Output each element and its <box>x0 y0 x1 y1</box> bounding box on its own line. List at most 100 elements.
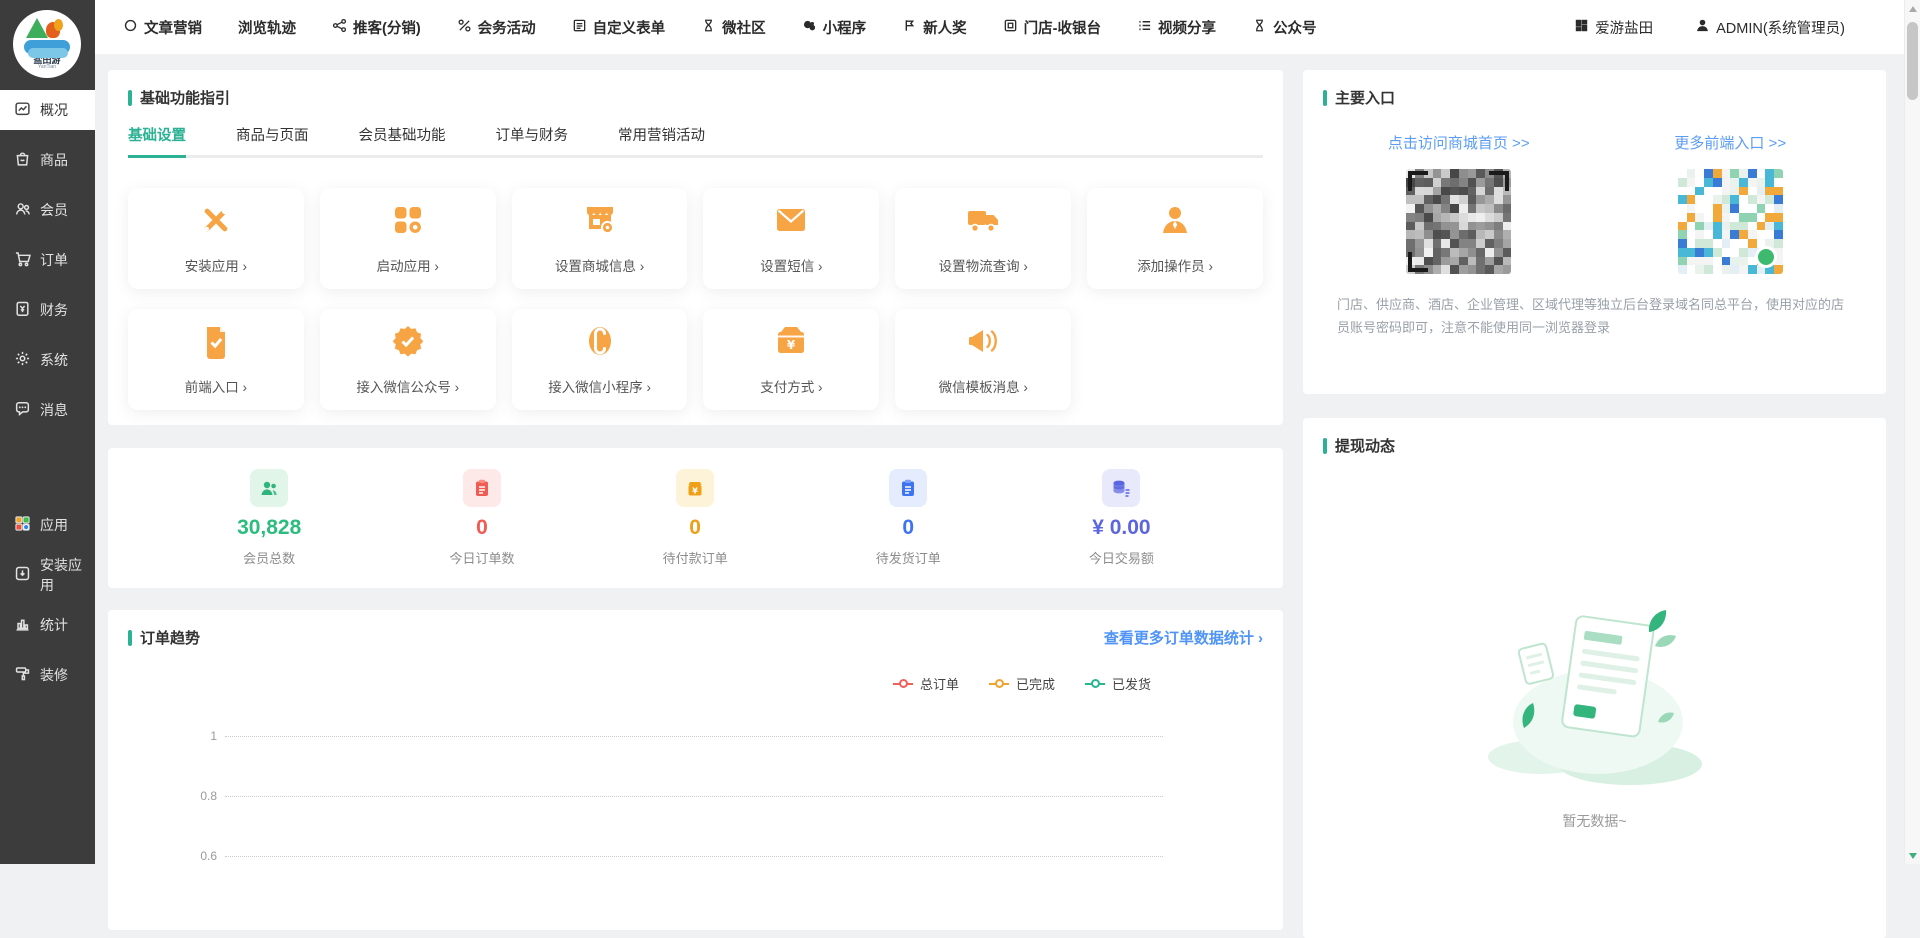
main-content: 基础功能指引 基础设置 商品与页面 会员基础功能 订单与财务 常用营销活动 安装… <box>95 55 1920 864</box>
topnav-label: 会务活动 <box>478 17 536 38</box>
scroll-down-arrow-icon[interactable] <box>1909 853 1917 859</box>
flag-award-icon <box>902 18 917 37</box>
fn-card-payment[interactable]: ¥ 支付方式 › <box>703 309 879 410</box>
sidebar-item-message[interactable]: 消息 <box>0 390 95 430</box>
sidebar-item-finance[interactable]: 财务 <box>0 290 95 330</box>
tab-goods-pages[interactable]: 商品与页面 <box>236 124 309 155</box>
topnav-item-conference-activity[interactable]: 会务活动 <box>457 17 536 38</box>
share-icon <box>332 18 347 37</box>
topnav-item-browse-history[interactable]: 浏览轨迹 <box>238 17 296 38</box>
sidebar-item-members[interactable]: 会员 <box>0 190 95 230</box>
more-frontend-entry-link[interactable]: 更多前端入口 >> <box>1674 132 1786 153</box>
topnav-item-micro-community[interactable]: 微社区 <box>701 17 766 38</box>
topnav: 文章营销 浏览轨迹 推客(分销) 会务活动 自定义表单 微社区 小程序 新人奖 <box>95 17 1317 38</box>
storefront-icon <box>582 202 618 243</box>
sidebar-item-goods[interactable]: 商品 <box>0 140 95 180</box>
order-list-stat-icon <box>463 469 501 507</box>
orders-icon <box>14 250 31 270</box>
legend-completed[interactable]: 已完成 <box>989 674 1055 693</box>
stat-value: 0 <box>689 516 701 540</box>
svg-text:¥: ¥ <box>692 487 698 496</box>
fn-card-mall-info[interactable]: 设置商城信息 › <box>512 188 688 289</box>
fn-card-add-operator[interactable]: 添加操作员 › <box>1087 188 1263 289</box>
sidebar-item-statistics[interactable]: 统计 <box>0 605 95 645</box>
fn-card-label: 支付方式 › <box>760 376 822 396</box>
circle-icon <box>123 18 138 37</box>
stat-value: 30,828 <box>237 516 301 540</box>
stat-value: 0 <box>476 516 488 540</box>
guide-card: 基础功能指引 基础设置 商品与页面 会员基础功能 订单与财务 常用营销活动 安装… <box>108 70 1283 425</box>
grid-icon <box>1574 18 1589 37</box>
sidebar-item-system[interactable]: 系统 <box>0 340 95 380</box>
fn-card-logistics[interactable]: 设置物流查询 › <box>895 188 1071 289</box>
fn-card-wechat-miniapp[interactable]: 接入微信小程序 › <box>512 309 688 410</box>
fn-card-wechat-oa[interactable]: 接入微信公众号 › <box>320 309 496 410</box>
topnav-label: 浏览轨迹 <box>238 17 296 38</box>
topnav-item-video-share[interactable]: 视频分享 <box>1137 17 1216 38</box>
green-bar <box>1323 90 1327 106</box>
tab-orders-finance[interactable]: 订单与财务 <box>496 124 569 155</box>
list-icon <box>1137 18 1152 37</box>
fn-card-sms[interactable]: 设置短信 › <box>703 188 879 289</box>
fn-card-install-app[interactable]: 安装应用 › <box>128 188 304 289</box>
fn-card-frontend-entry[interactable]: 前端入口 › <box>128 309 304 410</box>
page-scrollbar[interactable] <box>1904 0 1920 864</box>
topnav-label: 微社区 <box>722 17 766 38</box>
stat-label: 会员总数 <box>243 548 295 567</box>
guide-title: 基础功能指引 <box>140 87 230 108</box>
sidebar-item-apps[interactable]: 应用 <box>0 505 95 545</box>
stat-value: ¥ 0.00 <box>1092 516 1150 540</box>
entry-note: 门店、供应商、酒店、企业管理、区域代理等独立后台登录域名同总平台，使用对应的店员… <box>1323 294 1866 340</box>
fn-card-launch-app[interactable]: 启动应用 › <box>320 188 496 289</box>
members-icon <box>14 200 31 220</box>
tab-basic-settings[interactable]: 基础设置 <box>128 124 186 158</box>
svg-text:¥: ¥ <box>787 338 796 352</box>
topnav-item-custom-form[interactable]: 自定义表单 <box>572 17 666 38</box>
scrollbar-thumb[interactable] <box>1907 22 1918 100</box>
badge-check-icon <box>390 323 426 364</box>
legend-shipped[interactable]: 已发货 <box>1085 674 1151 693</box>
doc-check-icon <box>198 323 234 364</box>
fn-card-label: 安装应用 › <box>185 255 247 275</box>
fn-card-label: 启动应用 › <box>377 255 439 275</box>
admin-label: ADMIN(系统管理员) <box>1716 17 1845 38</box>
green-bar <box>128 630 132 646</box>
sidebar-item-label: 应用 <box>40 515 68 535</box>
topnav-item-store-pos[interactable]: 门店-收银台 <box>1003 17 1101 38</box>
y-axis-tick: 1 <box>185 729 217 743</box>
frontend-entry-qr-code <box>1678 169 1783 274</box>
sidebar-item-orders[interactable]: 订单 <box>0 240 95 280</box>
sidebar-item-label: 概况 <box>40 100 68 120</box>
sidebar-item-install-apps[interactable]: 安装应用 <box>0 555 95 595</box>
sidebar-item-overview[interactable]: 概况 <box>0 90 95 130</box>
topnav-label: 视频分享 <box>1158 17 1216 38</box>
topbar: 文章营销 浏览轨迹 推客(分销) 会务活动 自定义表单 微社区 小程序 新人奖 <box>95 0 1920 55</box>
visit-mall-home-link[interactable]: 点击访问商城首页 >> <box>1388 132 1530 153</box>
sidebar-item-label: 会员 <box>40 200 68 220</box>
fn-card-label: 接入微信公众号 › <box>356 376 459 396</box>
topnav-item-tuike-distribution[interactable]: 推客(分销) <box>332 17 421 38</box>
topnav-label: 公众号 <box>1273 17 1317 38</box>
fn-card-label: 设置物流查询 › <box>939 255 1028 275</box>
coins-stat-icon <box>1102 469 1140 507</box>
tab-member-functions[interactable]: 会员基础功能 <box>359 124 446 155</box>
form-icon <box>572 18 587 37</box>
tab-marketing-activities[interactable]: 常用营销活动 <box>618 124 705 155</box>
y-axis-tick: 0.6 <box>185 849 217 863</box>
topnav-item-newcomer-award[interactable]: 新人奖 <box>902 17 967 38</box>
admin-menu[interactable]: ADMIN(系统管理员) <box>1695 17 1845 38</box>
envelope-icon <box>773 202 809 243</box>
topnav-item-official-account[interactable]: 公众号 <box>1252 17 1317 38</box>
person-icon <box>1157 202 1193 243</box>
truck-icon <box>965 202 1001 243</box>
more-order-stats-link[interactable]: 查看更多订单数据统计 › <box>1104 627 1263 648</box>
mall-badge[interactable]: 爱游盐田 <box>1574 17 1653 38</box>
topnav-item-article-marketing[interactable]: 文章营销 <box>123 17 202 38</box>
topnav-item-mini-program[interactable]: 小程序 <box>802 17 867 38</box>
sidebar-item-decoration[interactable]: 装修 <box>0 655 95 695</box>
scroll-up-arrow-icon[interactable] <box>1909 6 1917 12</box>
stat-total-members: 30,828 会员总数 <box>237 469 301 567</box>
fn-card-template-message[interactable]: 微信模板消息 › <box>895 309 1071 410</box>
legend-total-orders[interactable]: 总订单 <box>893 674 959 693</box>
brand-logo[interactable]: 盐田游 YanTian <box>13 10 81 78</box>
